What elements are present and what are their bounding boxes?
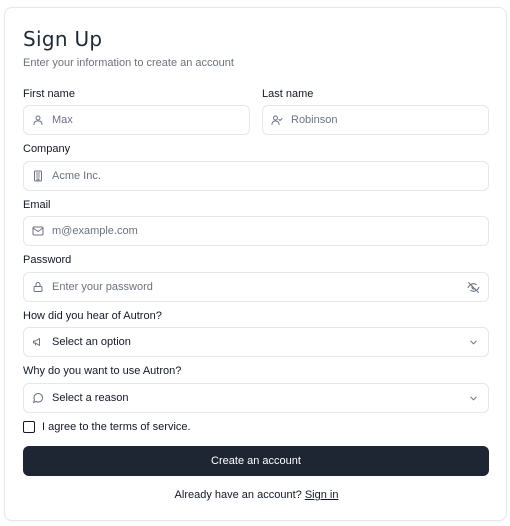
terms-checkbox[interactable] — [23, 421, 35, 433]
user-icon — [24, 114, 52, 126]
first-name-label: First name — [23, 88, 75, 100]
company-input[interactable] — [52, 162, 488, 190]
lock-icon — [24, 281, 52, 293]
message-circle-icon — [24, 392, 52, 404]
signin-row: Already have an account? Sign in — [5, 489, 508, 501]
eye-off-icon[interactable] — [458, 281, 488, 294]
password-field[interactable] — [23, 272, 489, 302]
first-name-field[interactable] — [23, 105, 250, 135]
building-icon — [24, 170, 52, 182]
chevron-down-icon — [458, 337, 488, 348]
source-selected-value: Select an option — [52, 336, 131, 348]
email-input[interactable] — [52, 217, 488, 245]
reason-label: Why do you want to use Autron? — [23, 365, 182, 377]
megaphone-icon — [24, 336, 52, 348]
signin-prompt: Already have an account? — [174, 489, 305, 501]
last-name-field[interactable] — [262, 105, 489, 135]
last-name-label: Last name — [262, 88, 314, 100]
user-check-icon — [263, 114, 291, 126]
company-field[interactable] — [23, 161, 489, 191]
chevron-down-icon — [458, 393, 488, 404]
page-title: Sign Up — [23, 27, 103, 51]
email-field[interactable] — [23, 216, 489, 246]
password-label: Password — [23, 254, 72, 266]
terms-label[interactable]: I agree to the terms of service. — [42, 421, 191, 433]
source-select[interactable]: Select an option — [23, 327, 489, 357]
page-subtitle: Enter your information to create an acco… — [23, 57, 234, 69]
reason-select[interactable]: Select a reason — [23, 383, 489, 413]
source-label: How did you hear of Autron? — [23, 310, 162, 322]
signup-card: Sign Up Enter your information to create… — [4, 7, 507, 521]
terms-row: I agree to the terms of service. — [23, 421, 191, 433]
mail-icon — [24, 225, 52, 237]
email-label: Email — [23, 199, 51, 211]
reason-selected-value: Select a reason — [52, 392, 129, 404]
password-input[interactable] — [52, 273, 458, 301]
company-label: Company — [23, 143, 71, 155]
first-name-input[interactable] — [52, 106, 249, 134]
create-account-button[interactable]: Create an account — [23, 446, 489, 476]
last-name-input[interactable] — [291, 106, 488, 134]
signin-link[interactable]: Sign in — [305, 489, 339, 501]
